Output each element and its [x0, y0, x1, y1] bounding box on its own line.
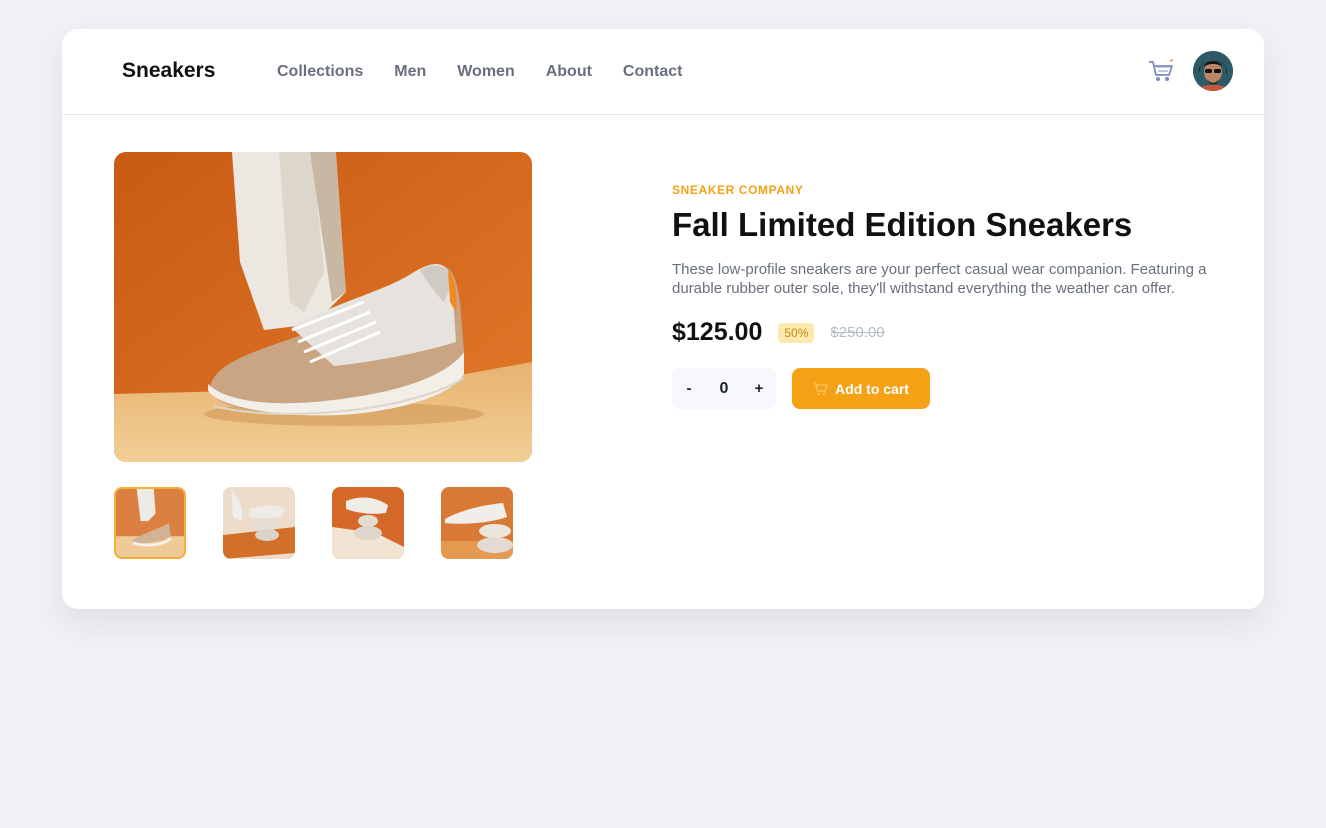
increase-quantity-button[interactable]: +: [742, 380, 776, 397]
product-info: SNEAKER COMPANY Fall Limited Edition Sne…: [672, 183, 1232, 410]
current-price: $125.00: [672, 318, 763, 347]
product-description: These low-profile sneakers are your perf…: [672, 261, 1207, 298]
cart-icon: [813, 382, 828, 396]
quantity-value: 0: [719, 379, 729, 397]
cart-icon[interactable]: [1148, 59, 1174, 83]
user-avatar[interactable]: [1193, 51, 1233, 91]
logo[interactable]: Sneakers: [122, 59, 215, 83]
thumbnail-1[interactable]: [114, 487, 186, 559]
product-card: Sneakers Collections Men Women About Con…: [62, 29, 1264, 609]
nav-link-women[interactable]: Women: [457, 63, 514, 81]
product-title: Fall Limited Edition Sneakers: [672, 206, 1133, 243]
original-price: $250.00: [830, 324, 885, 342]
thumbnail-3[interactable]: [332, 487, 404, 559]
add-to-cart-label: Add to cart: [835, 380, 909, 397]
thumbnail-2[interactable]: [223, 487, 295, 559]
top-nav: Sneakers Collections Men Women About Con…: [62, 29, 1264, 115]
decrease-quantity-button[interactable]: -: [672, 380, 706, 397]
nav-link-collections[interactable]: Collections: [277, 63, 363, 81]
company-label: SNEAKER COMPANY: [672, 183, 804, 197]
nav-links: Collections Men Women About Contact: [277, 63, 682, 81]
nav-link-about[interactable]: About: [546, 63, 592, 81]
nav-link-contact[interactable]: Contact: [623, 63, 683, 81]
product-main-image[interactable]: [114, 152, 532, 462]
thumbnail-strip: [114, 487, 513, 559]
purchase-actions: - 0 + Add to cart: [672, 368, 1232, 410]
quantity-stepper: - 0 +: [672, 368, 776, 410]
discount-badge: 50%: [778, 322, 815, 343]
thumbnail-4[interactable]: [441, 487, 513, 559]
price-row: $125.00 50% $250.00: [672, 318, 1232, 347]
nav-link-men[interactable]: Men: [394, 63, 426, 81]
add-to-cart-button[interactable]: Add to cart: [792, 368, 930, 410]
